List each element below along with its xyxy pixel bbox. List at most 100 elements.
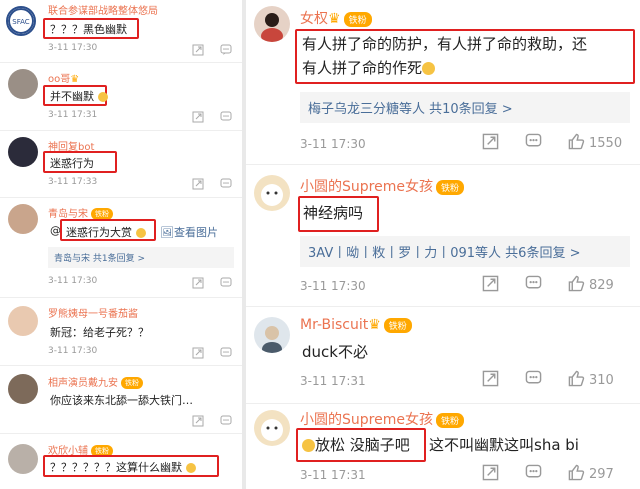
comment-text: duck不必 — [302, 343, 368, 361]
share-icon[interactable] — [192, 175, 204, 194]
avatar[interactable] — [254, 6, 290, 42]
comment-actions: 1550 — [482, 133, 622, 154]
reply-summary[interactable]: 3AV丨呦丨敉丨罗丨力丨091等人 共6条回复 > — [300, 236, 630, 267]
user-name[interactable]: 联合参谋部战略整体悠局 — [48, 2, 158, 17]
view-image-link[interactable]: 查看图片 — [174, 226, 218, 239]
like-count: 297 — [589, 467, 614, 482]
comment-icon[interactable] — [220, 41, 232, 60]
smile-emoji-icon — [97, 92, 108, 102]
user-name[interactable]: 罗熊姨母一号番茄酱 — [48, 305, 138, 320]
reply-summary[interactable]: 青岛与宋 共1条回复 > — [48, 247, 234, 268]
user-name[interactable]: 小圆的Supreme女孩 — [300, 412, 433, 428]
comment-text: 并不幽默 — [50, 90, 94, 103]
like-icon[interactable] — [568, 370, 585, 391]
user-name[interactable]: 小圆的Supreme女孩 — [300, 179, 433, 195]
avatar[interactable] — [8, 204, 38, 234]
image-icon: 🖼 — [160, 226, 174, 239]
user-name[interactable]: Mr-Biscuit — [300, 317, 368, 333]
share-icon[interactable] — [192, 412, 204, 431]
fan-badge: 铁粉 — [435, 179, 464, 195]
crown-icon: ♛ — [368, 317, 381, 333]
comment-time: 3-11 17:30 — [48, 43, 98, 53]
avatar[interactable] — [254, 175, 290, 211]
comment-icon[interactable] — [220, 274, 232, 293]
comment-item: 神回复bot 迷惑行为 3-11 17:33 — [0, 131, 242, 196]
like-icon[interactable] — [568, 133, 585, 154]
share-icon[interactable] — [192, 344, 204, 363]
comment-text: 迷惑行为大赏 — [66, 226, 132, 239]
comment-actions — [192, 412, 232, 431]
grin-emoji-icon — [135, 228, 146, 238]
comment-item: Mr-Biscuit♛ 铁粉 duck不必 3-11 17:31 310 — [246, 307, 640, 402]
like-icon[interactable] — [568, 275, 585, 296]
comment-actions: 297 — [482, 464, 614, 485]
avatar[interactable] — [8, 374, 38, 404]
grin-emoji-icon — [185, 463, 196, 473]
comment-icon[interactable] — [220, 344, 232, 363]
comment-text-rest: 这不叫幽默这叫sha bi — [429, 436, 579, 454]
comment-text: 神经病吗 — [303, 204, 364, 222]
comment-icon[interactable] — [525, 133, 542, 154]
comment-item: 青岛与宋 铁粉 @ 迷惑行为大赏 🖼查看图片 青岛与宋 共1条回复 > 3-11 … — [0, 198, 242, 296]
avatar[interactable] — [254, 410, 290, 446]
comment-text: 迷惑行为 — [50, 157, 94, 170]
fan-badge: 铁粉 — [383, 317, 412, 333]
share-icon[interactable] — [482, 133, 499, 154]
reply-summary[interactable]: 梅子乌龙三分糖等人 共10条回复 > — [300, 92, 630, 123]
avatar[interactable]: SFAC — [6, 6, 36, 36]
comment-text-line1: 有人拼了命的防护，有人拼了命的救助，还 — [302, 35, 588, 53]
comment-text-line2: 有人拼了命的作死 — [302, 59, 423, 77]
comment-icon[interactable] — [220, 108, 232, 127]
comment-text: 你应该来东北舔一舔大铁门… — [50, 394, 193, 407]
comment-item: 相声演员戴九安 铁粉 你应该来东北舔一舔大铁门… — [0, 366, 242, 432]
comment-text-boxed: 放松 没脑子吧 — [315, 436, 410, 454]
comment-time: 3-11 17:31 — [300, 468, 366, 482]
share-icon[interactable] — [192, 41, 204, 60]
fan-badge: 铁粉 — [343, 11, 372, 27]
comment-text: 新冠：给老子死？？ — [50, 326, 149, 339]
share-icon[interactable] — [482, 464, 499, 485]
comment-time: 3-11 17:33 — [48, 177, 98, 187]
comment-time: 3-11 17:30 — [300, 279, 366, 293]
comment-actions — [192, 41, 232, 60]
comment-actions — [192, 274, 232, 293]
comment-time: 3-11 17:30 — [48, 276, 98, 286]
like-count: 310 — [589, 373, 614, 388]
smile-emoji-icon — [422, 62, 436, 75]
share-icon[interactable] — [482, 275, 499, 296]
avatar[interactable] — [8, 137, 38, 167]
comment-text: ？？？黑色幽默 — [50, 23, 127, 36]
comment-time: 3-11 17:30 — [48, 346, 98, 356]
comment-time: 3-11 17:31 — [300, 374, 366, 388]
comment-icon[interactable] — [220, 175, 232, 194]
crown-icon: ♛ — [328, 11, 341, 27]
right-comment-panel: 女权♛ 铁粉 有人拼了命的防护，有人拼了命的救助，还 有人拼了命的作死 梅子乌龙三… — [246, 0, 640, 489]
avatar[interactable] — [8, 69, 38, 99]
share-icon[interactable] — [192, 108, 204, 127]
fan-badge: 铁粉 — [121, 377, 143, 389]
user-name[interactable]: 女权 — [300, 11, 328, 27]
user-name[interactable]: oo哥 — [48, 74, 70, 85]
grin-emoji-icon — [302, 439, 315, 452]
comment-actions: 829 — [482, 275, 614, 296]
comment-item: 欢欣小辅 铁粉 ？？？？？？这算什么幽默 — [0, 434, 242, 489]
svg-text:SFAC: SFAC — [12, 18, 29, 26]
comment-icon[interactable] — [525, 464, 542, 485]
comment-text: ？？？？？？这算什么幽默 — [50, 461, 182, 474]
left-comment-panel: SFAC 联合参谋部战略整体悠局 ？？？黑色幽默 3-11 17:30 oo哥♛… — [0, 0, 242, 489]
comment-item: SFAC 联合参谋部战略整体悠局 ？？？黑色幽默 3-11 17:30 — [0, 0, 242, 62]
avatar[interactable] — [254, 317, 290, 353]
comment-item: oo哥♛ 并不幽默 3-11 17:31 — [0, 63, 242, 129]
comment-icon[interactable] — [525, 275, 542, 296]
avatar[interactable] — [8, 444, 38, 474]
comment-actions: 310 — [482, 370, 614, 391]
comment-item: 小圆的Supreme女孩 铁粉 神经病吗 3AV丨呦丨敉丨罗丨力丨091等人 共6… — [246, 165, 640, 305]
comment-icon[interactable] — [525, 370, 542, 391]
share-icon[interactable] — [192, 274, 204, 293]
comment-icon[interactable] — [220, 412, 232, 431]
avatar[interactable] — [8, 306, 38, 336]
user-name[interactable]: 相声演员戴九安 — [48, 378, 118, 389]
comment-time: 3-11 17:31 — [48, 110, 98, 120]
like-icon[interactable] — [568, 464, 585, 485]
share-icon[interactable] — [482, 370, 499, 391]
